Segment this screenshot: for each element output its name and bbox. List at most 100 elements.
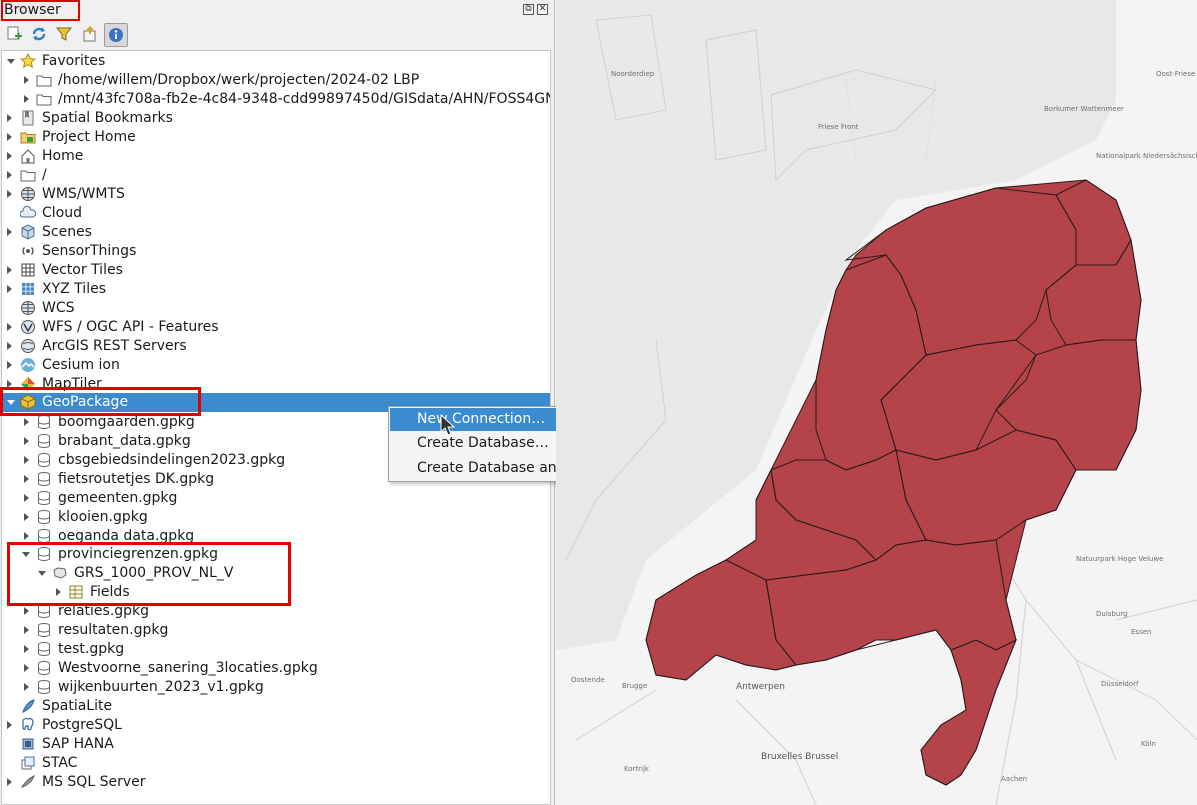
tree-label: Home xyxy=(42,148,84,164)
expand-arrow-icon[interactable] xyxy=(24,532,29,540)
add-selected-layers-icon xyxy=(7,26,22,40)
expand-arrow-icon[interactable] xyxy=(7,133,12,141)
tree-item-postgresql[interactable]: PostgreSQL xyxy=(2,716,550,735)
tree-item-gpkg[interactable]: klooien.gpkg xyxy=(2,508,550,527)
cloud-icon xyxy=(20,205,36,221)
expand-arrow-icon[interactable] xyxy=(24,683,29,691)
mssql-icon xyxy=(20,774,36,790)
collapse-all-button[interactable] xyxy=(79,23,101,45)
map-label: Oost-Friese Eilanden xyxy=(1156,70,1197,78)
float-panel-button[interactable]: ⧉ xyxy=(523,4,534,15)
tree-item-gpkg[interactable]: test.gpkg xyxy=(2,640,550,659)
expand-arrow-icon[interactable] xyxy=(24,664,29,672)
database-icon xyxy=(36,414,52,430)
tree-item-maptiler[interactable]: MapTiler xyxy=(2,375,550,394)
expand-arrow-icon[interactable] xyxy=(7,190,12,198)
tree-item-sensorthings[interactable]: SensorThings xyxy=(2,242,550,261)
expand-arrow-icon[interactable] xyxy=(7,285,12,293)
expand-arrow-icon[interactable] xyxy=(24,626,29,634)
tree-item-fav-path-1[interactable]: /home/willem/Dropbox/werk/projecten/2024… xyxy=(2,71,550,90)
filter-icon xyxy=(55,27,73,41)
expand-arrow-icon[interactable] xyxy=(7,380,12,388)
tree-item-favorites[interactable]: Favorites xyxy=(2,52,550,71)
tree-item-fields[interactable]: Fields xyxy=(2,583,550,602)
tree-item-saphana[interactable]: SAP HANA xyxy=(2,735,550,754)
expand-arrow-icon[interactable] xyxy=(24,95,29,103)
expand-arrow-icon[interactable] xyxy=(24,437,29,445)
tree-label: fietsroutetjes DK.gpkg xyxy=(58,471,215,487)
expand-arrow-icon[interactable] xyxy=(7,342,12,350)
expand-arrow-icon[interactable] xyxy=(24,494,29,502)
tree-item-gpkg[interactable]: relaties.gpkg xyxy=(2,602,550,621)
properties-info-button[interactable] xyxy=(104,23,128,47)
expand-arrow-icon[interactable] xyxy=(24,456,29,464)
expand-arrow-icon[interactable] xyxy=(7,114,12,122)
expand-arrow-icon[interactable] xyxy=(7,228,12,236)
expand-arrow-icon[interactable] xyxy=(24,76,29,84)
tree-label: cbsgebiedsindelingen2023.gpkg xyxy=(58,452,286,468)
close-panel-button[interactable]: ✕ xyxy=(537,4,548,15)
expand-arrow-icon[interactable] xyxy=(24,418,29,426)
tree-item-wfs[interactable]: WFS / OGC API - Features xyxy=(2,318,550,337)
tree-label: /mnt/43fc708a-fb2e-4c84-9348-cdd99897450… xyxy=(58,91,551,107)
properties-info-icon xyxy=(109,28,123,42)
tree-item-gpkg[interactable]: gemeenten.gpkg xyxy=(2,489,550,508)
expand-arrow-icon[interactable] xyxy=(24,645,29,653)
folder-icon xyxy=(36,72,52,88)
xyz-tiles-icon xyxy=(20,281,36,297)
tree-item-xyz-tiles[interactable]: XYZ Tiles xyxy=(2,280,550,299)
tree-label: SensorThings xyxy=(42,243,137,259)
tree-label: GRS_1000_PROV_NL_V xyxy=(74,565,234,581)
expand-arrow-icon[interactable] xyxy=(24,513,29,521)
tree-item-gpkg[interactable]: wijkenbuurten_2023_v1.gpkg xyxy=(2,678,550,697)
tree-item-gpkg[interactable]: Westvoorne_sanering_3locaties.gpkg xyxy=(2,659,550,678)
add-selected-layers-button[interactable] xyxy=(4,23,26,45)
expand-arrow-icon[interactable] xyxy=(24,475,29,483)
tree-item-root[interactable]: / xyxy=(2,166,550,185)
expand-arrow-icon[interactable] xyxy=(56,588,61,596)
refresh-button[interactable] xyxy=(28,23,50,45)
tree-item-spatialite[interactable]: SpatiaLite xyxy=(2,697,550,716)
map-label: Essen xyxy=(1131,628,1152,636)
map-label: Brugge xyxy=(622,682,648,690)
expand-arrow-icon[interactable] xyxy=(24,607,29,615)
expand-arrow-icon[interactable] xyxy=(7,152,12,160)
tree-label: SAP HANA xyxy=(42,736,114,752)
collapse-arrow-icon[interactable] xyxy=(22,552,30,557)
tree-item-mssql[interactable]: MS SQL Server xyxy=(2,773,550,792)
expand-arrow-icon[interactable] xyxy=(7,721,12,729)
map-label: Friese Front xyxy=(818,123,859,131)
tree-item-gpkg[interactable]: oeganda data.gpkg xyxy=(2,527,550,546)
collapse-arrow-icon[interactable] xyxy=(7,59,15,64)
tree-item-wcs[interactable]: WCS xyxy=(2,299,550,318)
tree-item-gpkg-provinciegrenzen[interactable]: provinciegrenzen.gpkg xyxy=(2,545,550,564)
expand-arrow-icon[interactable] xyxy=(7,171,12,179)
tree-label: XYZ Tiles xyxy=(42,281,106,297)
tree-item-project-home[interactable]: Project Home xyxy=(2,128,550,147)
collapse-all-icon xyxy=(83,26,96,42)
filter-button[interactable] xyxy=(53,23,75,45)
tree-item-vector-tiles[interactable]: Vector Tiles xyxy=(2,261,550,280)
tree-label: / xyxy=(42,167,47,183)
tree-label: Scenes xyxy=(42,224,92,240)
tree-item-cesium[interactable]: Cesium ion xyxy=(2,356,550,375)
tree-item-spatial-bookmarks[interactable]: Spatial Bookmarks xyxy=(2,109,550,128)
tree-item-arcgis[interactable]: ArcGIS REST Servers xyxy=(2,337,550,356)
expand-arrow-icon[interactable] xyxy=(7,778,12,786)
tree-item-fav-path-2[interactable]: /mnt/43fc708a-fb2e-4c84-9348-cdd99897450… xyxy=(2,90,550,109)
tree-item-cloud[interactable]: Cloud xyxy=(2,204,550,223)
collapse-arrow-icon[interactable] xyxy=(7,400,15,405)
tree-item-stac[interactable]: STAC xyxy=(2,754,550,773)
expand-arrow-icon[interactable] xyxy=(7,323,12,331)
tree-item-scenes[interactable]: Scenes xyxy=(2,223,550,242)
collapse-arrow-icon[interactable] xyxy=(38,571,46,576)
tree-item-home[interactable]: Home xyxy=(2,147,550,166)
tree-label: GeoPackage xyxy=(42,394,129,410)
expand-arrow-icon[interactable] xyxy=(7,266,12,274)
tree-item-layer[interactable]: GRS_1000_PROV_NL_V xyxy=(2,564,550,583)
tree-item-wms[interactable]: WMS/WMTS xyxy=(2,185,550,204)
postgresql-elephant-icon xyxy=(20,717,36,733)
expand-arrow-icon[interactable] xyxy=(7,361,12,369)
map-canvas[interactable]: Noorderdiep Friese Front Borkumer Watten… xyxy=(556,0,1197,805)
tree-item-gpkg[interactable]: resultaten.gpkg xyxy=(2,621,550,640)
